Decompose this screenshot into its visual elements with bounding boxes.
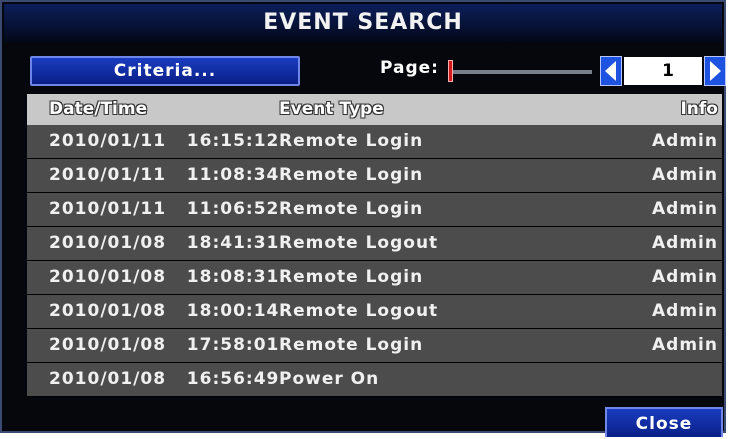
cell-datetime: 2010/01/11 11:06:52 <box>49 199 280 219</box>
cell-event-type: Remote Login <box>279 131 424 151</box>
cell-info: Admin <box>652 165 718 185</box>
page-label: Page: <box>380 58 439 78</box>
table-row[interactable]: 2010/01/08 16:56:49 Power On <box>27 363 722 397</box>
table-row[interactable]: 2010/01/08 18:41:31 Remote Logout Admin <box>27 227 722 261</box>
next-page-button[interactable] <box>704 56 726 86</box>
event-table: Date/Time Event Type Info 2010/01/11 16:… <box>27 94 722 397</box>
window-title: EVENT SEARCH <box>4 4 722 42</box>
cell-info: Admin <box>652 233 718 253</box>
table-row[interactable]: 2010/01/11 16:15:12 Remote Login Admin <box>27 125 722 159</box>
cell-event-type: Remote Logout <box>279 301 439 321</box>
cell-info: Admin <box>652 267 718 287</box>
cell-datetime: 2010/01/08 18:00:14 <box>49 301 280 321</box>
page-number: 1 <box>624 57 702 85</box>
cell-datetime: 2010/01/11 11:08:34 <box>49 165 280 185</box>
cell-event-type: Remote Login <box>279 199 424 219</box>
table-row[interactable]: 2010/01/08 18:00:14 Remote Logout Admin <box>27 295 722 329</box>
close-button[interactable]: Close <box>605 407 723 437</box>
previous-page-button[interactable] <box>600 56 622 86</box>
arrow-right-icon <box>710 61 721 81</box>
page-slider-handle[interactable] <box>448 60 453 82</box>
cell-datetime: 2010/01/11 16:15:12 <box>49 131 280 151</box>
cell-datetime: 2010/01/08 17:58:01 <box>49 335 280 355</box>
cell-event-type: Power On <box>279 369 380 389</box>
cell-info: Admin <box>652 199 718 219</box>
table-row[interactable]: 2010/01/11 11:06:52 Remote Login Admin <box>27 193 722 227</box>
table-row[interactable]: 2010/01/11 11:08:34 Remote Login Admin <box>27 159 722 193</box>
table-row[interactable]: 2010/01/08 18:08:31 Remote Login Admin <box>27 261 722 295</box>
cell-datetime: 2010/01/08 16:56:49 <box>49 369 280 389</box>
cell-datetime: 2010/01/08 18:08:31 <box>49 267 280 287</box>
cell-event-type: Remote Login <box>279 165 424 185</box>
table-row[interactable]: 2010/01/08 17:58:01 Remote Login Admin <box>27 329 722 363</box>
header-datetime[interactable]: Date/Time <box>49 94 147 125</box>
arrow-left-icon <box>605 61 616 81</box>
event-search-window: EVENT SEARCH Criteria... Page: 1 Date/Ti… <box>0 0 726 437</box>
cell-event-type: Remote Login <box>279 335 424 355</box>
table-header: Date/Time Event Type Info <box>27 94 722 125</box>
cell-event-type: Remote Login <box>279 267 424 287</box>
criteria-button[interactable]: Criteria... <box>30 56 300 86</box>
header-event-type[interactable]: Event Type <box>279 94 384 125</box>
cell-info: Admin <box>652 131 718 151</box>
header-info[interactable]: Info <box>680 94 718 125</box>
page-slider[interactable] <box>450 70 592 74</box>
cell-event-type: Remote Logout <box>279 233 439 253</box>
cell-info: Admin <box>652 335 718 355</box>
cell-info: Admin <box>652 301 718 321</box>
cell-datetime: 2010/01/08 18:41:31 <box>49 233 280 253</box>
